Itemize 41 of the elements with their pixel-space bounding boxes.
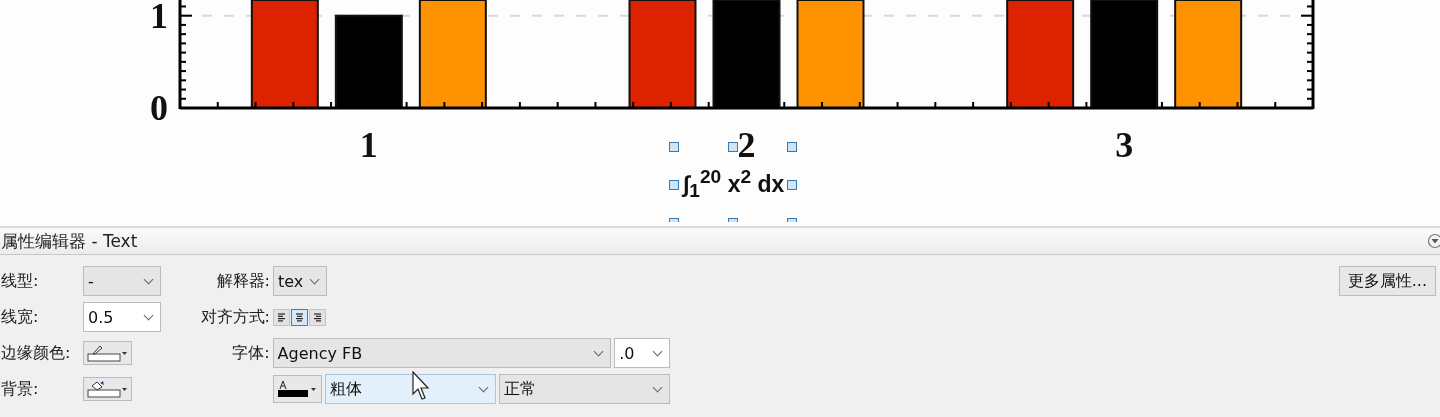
pointer-icon — [412, 371, 432, 401]
line-style-dropdown[interactable]: - — [83, 266, 161, 296]
collapse-icon[interactable] — [1427, 233, 1440, 249]
selection-handle[interactable] — [669, 218, 679, 222]
selection-handle[interactable] — [787, 142, 797, 152]
background-color-button[interactable] — [83, 377, 132, 401]
panel-title: 属性编辑器 - Text — [1, 229, 138, 253]
field-label: 背景: — [1, 378, 40, 400]
field-label: 解释器: — [215, 270, 270, 292]
align-left-button[interactable] — [273, 308, 290, 326]
more-properties-button[interactable]: 更多属性... — [1338, 266, 1436, 296]
text-align-icon — [294, 311, 305, 323]
x-tick-label: 2 — [737, 125, 756, 165]
text-align-icon — [276, 311, 287, 323]
font-angle-dropdown[interactable]: 正常 — [499, 374, 670, 404]
selection-handle[interactable] — [669, 180, 679, 190]
y-tick-label: 0 — [150, 88, 168, 128]
interpreter-dropdown[interactable]: tex — [273, 266, 327, 296]
field-label: 边缘颜色: — [1, 342, 72, 364]
formula-text[interactable]: ∫$_{1}$$^{20}$ x$^{2}$ dx — [683, 166, 785, 203]
selection-handle[interactable] — [669, 142, 679, 152]
font-weight-dropdown[interactable]: 粗体 — [324, 374, 497, 404]
font-name-dropdown[interactable]: Agency FB — [272, 338, 612, 368]
y-tick-label: 1 — [150, 0, 168, 36]
align-right-button[interactable] — [309, 308, 326, 326]
field-label: 对齐方式: — [199, 306, 270, 328]
selection-handle[interactable] — [728, 142, 738, 152]
text-align-icon — [312, 311, 323, 323]
x-tick-label: 1 — [359, 125, 378, 165]
x-tick-label: 3 — [1115, 125, 1134, 165]
font-size-combo[interactable]: .0 — [614, 338, 670, 368]
field-label: 字体: — [231, 342, 270, 364]
selection-handle[interactable] — [787, 180, 797, 190]
field-label: 线宽: — [1, 306, 40, 328]
text-color-button[interactable] — [272, 375, 322, 403]
selection-handle[interactable] — [787, 218, 797, 222]
align-center-button[interactable] — [291, 308, 308, 326]
selection-handle[interactable] — [728, 218, 738, 222]
edge-color-button[interactable] — [83, 341, 132, 365]
field-label: 线型: — [1, 270, 40, 292]
line-width-combo[interactable]: 0.5 — [83, 302, 161, 332]
